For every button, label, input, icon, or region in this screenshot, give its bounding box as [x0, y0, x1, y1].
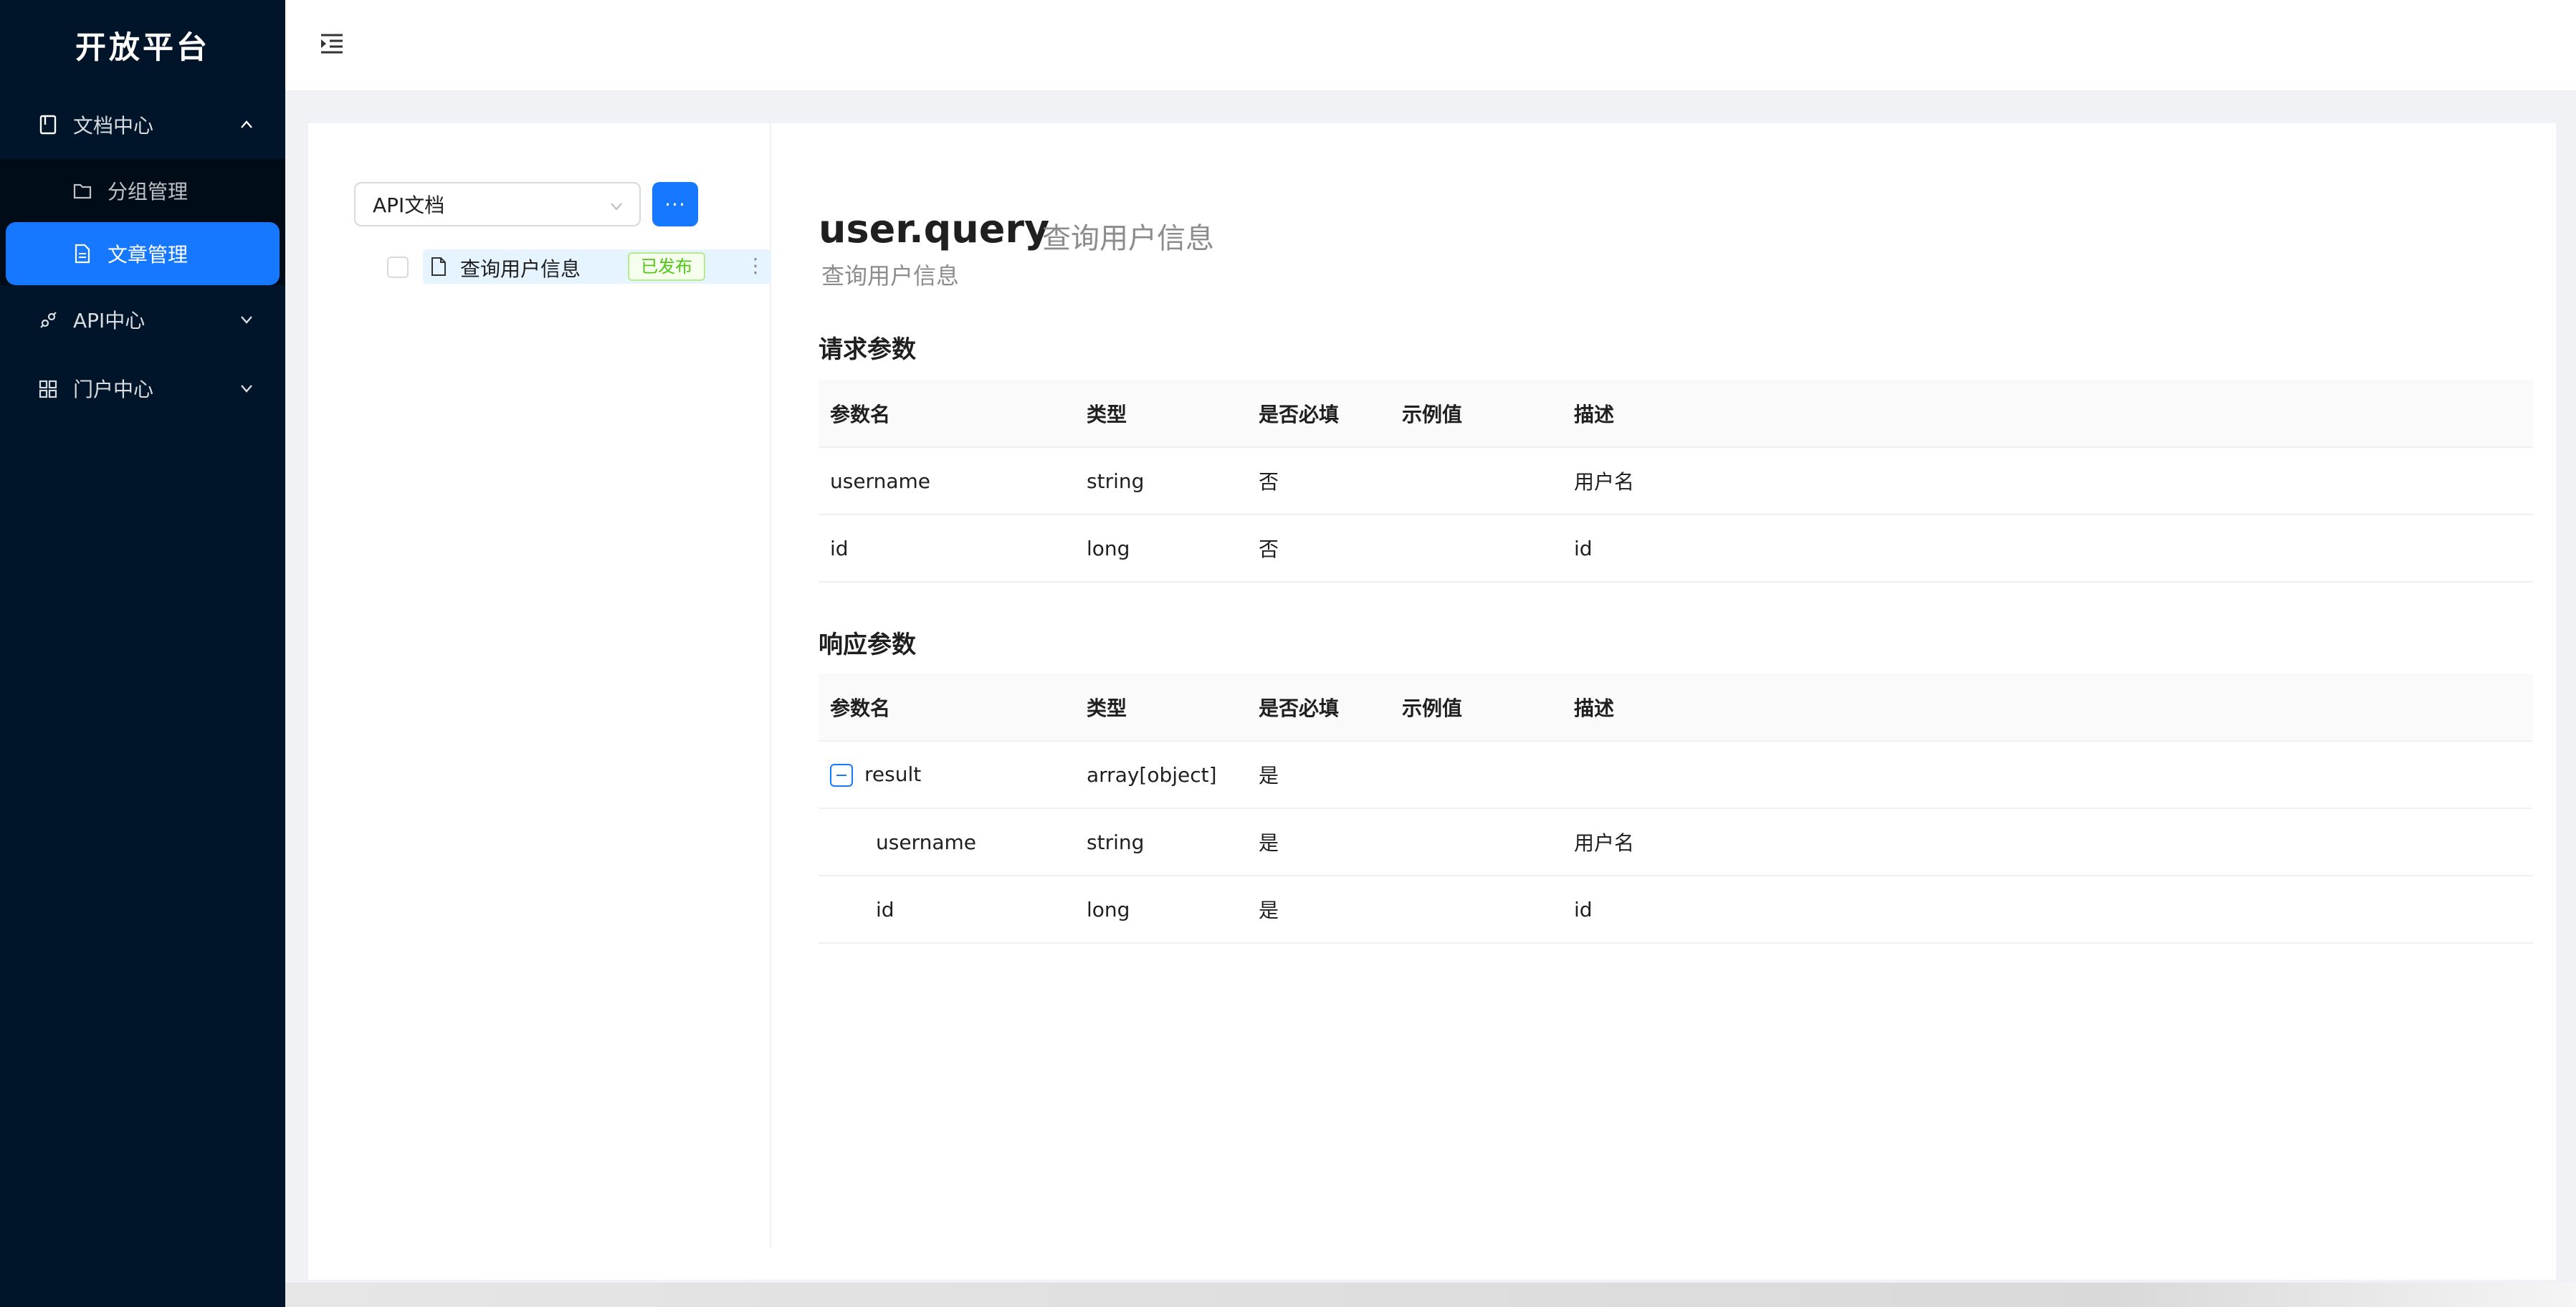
param-desc: 用户名 — [1563, 447, 2533, 515]
menu-doc-center[interactable]: 文档中心 — [0, 90, 285, 159]
col-header: 类型 — [1075, 674, 1247, 742]
param-type: string — [1075, 447, 1247, 515]
menu-article-management[interactable]: 文章管理 — [6, 222, 280, 285]
content-card: API文档 ··· 查询用户信息 已发布 ⋮ user.query 查询用户信息… — [308, 123, 2556, 1280]
param-example — [1390, 514, 1563, 583]
param-desc: id — [1563, 876, 2533, 944]
table-row: id long 是 id — [819, 876, 2533, 944]
param-required: 否 — [1247, 447, 1390, 515]
doc-type-select[interactable]: API文档 — [354, 182, 641, 226]
param-example — [1390, 808, 1563, 876]
menu-label: 文章管理 — [108, 243, 189, 267]
param-required: 是 — [1247, 741, 1390, 809]
api-icon — [40, 312, 57, 328]
menu-label: 文档中心 — [73, 114, 154, 138]
col-header: 类型 — [1075, 380, 1247, 448]
param-desc — [1563, 741, 2533, 809]
sidebar: 开放平台 文档中心 分组管理 文章管理 API中心 门户中心 — [0, 0, 285, 1307]
chevron-down-icon — [241, 316, 252, 324]
param-required: 否 — [1247, 514, 1390, 583]
select-value: API文档 — [373, 193, 445, 217]
file-icon — [75, 244, 90, 264]
col-header: 示例值 — [1390, 674, 1563, 742]
book-icon — [39, 115, 57, 135]
col-header: 描述 — [1563, 380, 2533, 448]
param-name: id — [819, 876, 1075, 944]
col-header: 参数名 — [819, 674, 1075, 742]
col-header: 是否必填 — [1247, 674, 1390, 742]
request-params-table: 参数名 类型 是否必填 示例值 描述 username string 否 用户名… — [819, 380, 2533, 583]
response-params-title: 响应参数 — [819, 631, 916, 659]
menu-group-management[interactable]: 分组管理 — [0, 159, 285, 222]
param-example — [1390, 741, 1563, 809]
collapse-row-icon[interactable] — [830, 764, 853, 787]
chevron-down-icon — [241, 385, 252, 393]
param-desc: id — [1563, 514, 2533, 583]
col-header: 描述 — [1563, 674, 2533, 742]
top-header — [285, 0, 2576, 90]
param-type: long — [1075, 514, 1247, 583]
table-row: username string 是 用户名 — [819, 808, 2533, 876]
table-row: username string 否 用户名 — [819, 447, 2533, 515]
more-button[interactable]: ··· — [652, 182, 698, 226]
api-method-title: user.query — [819, 206, 1050, 252]
doc-tree-panel: API文档 ··· 查询用户信息 已发布 ⋮ — [308, 123, 771, 1248]
param-required: 是 — [1247, 876, 1390, 944]
param-name: username — [819, 447, 1075, 515]
col-header: 参数名 — [819, 380, 1075, 448]
col-header: 示例值 — [1390, 380, 1563, 448]
request-params-title: 请求参数 — [819, 335, 916, 364]
menu-label: 门户中心 — [73, 378, 154, 401]
chevron-up-icon — [241, 120, 252, 128]
tree-node-query-user[interactable]: 查询用户信息 已发布 ⋮ — [423, 249, 771, 284]
table-row: id long 否 id — [819, 514, 2533, 583]
file-icon — [431, 257, 446, 276]
param-type: string — [1075, 808, 1247, 876]
app-logo: 开放平台 — [75, 30, 210, 66]
response-params-table: 参数名 类型 是否必填 示例值 描述 result array[object] … — [819, 674, 2533, 944]
param-required: 是 — [1247, 808, 1390, 876]
status-badge: 已发布 — [628, 252, 705, 281]
param-name-cell: result — [819, 741, 1075, 809]
appstore-icon — [39, 380, 57, 398]
folder-icon — [73, 183, 92, 199]
menu-fold-icon[interactable] — [320, 32, 344, 56]
col-header: 是否必填 — [1247, 380, 1390, 448]
param-type: array[object] — [1075, 741, 1247, 809]
table-row: result array[object] 是 — [819, 741, 2533, 809]
table-header-row: 参数名 类型 是否必填 示例值 描述 — [819, 380, 2533, 448]
menu-label: 分组管理 — [108, 180, 189, 204]
more-vertical-icon[interactable]: ⋮ — [745, 254, 765, 277]
bottom-scrollbar[interactable] — [285, 1283, 2576, 1307]
menu-portal-center[interactable]: 门户中心 — [0, 354, 285, 423]
menu-label: API中心 — [73, 309, 146, 332]
submenu-doc-center: 分组管理 文章管理 — [0, 159, 285, 285]
menu-api-center[interactable]: API中心 — [0, 285, 285, 354]
table-header-row: 参数名 类型 是否必填 示例值 描述 — [819, 674, 2533, 742]
api-name: 查询用户信息 — [1042, 222, 1214, 255]
tree-checkbox[interactable] — [387, 257, 409, 278]
param-type: long — [1075, 876, 1247, 944]
param-name: id — [819, 514, 1075, 583]
param-desc: 用户名 — [1563, 808, 2533, 876]
param-example — [1390, 876, 1563, 944]
param-name: result — [864, 762, 922, 786]
api-description: 查询用户信息 — [821, 262, 960, 289]
chevron-down-icon — [611, 203, 622, 211]
tree-node-label: 查询用户信息 — [460, 257, 581, 281]
param-name: username — [819, 808, 1075, 876]
param-example — [1390, 447, 1563, 515]
tree-row: 查询用户信息 已发布 ⋮ — [308, 249, 771, 284]
